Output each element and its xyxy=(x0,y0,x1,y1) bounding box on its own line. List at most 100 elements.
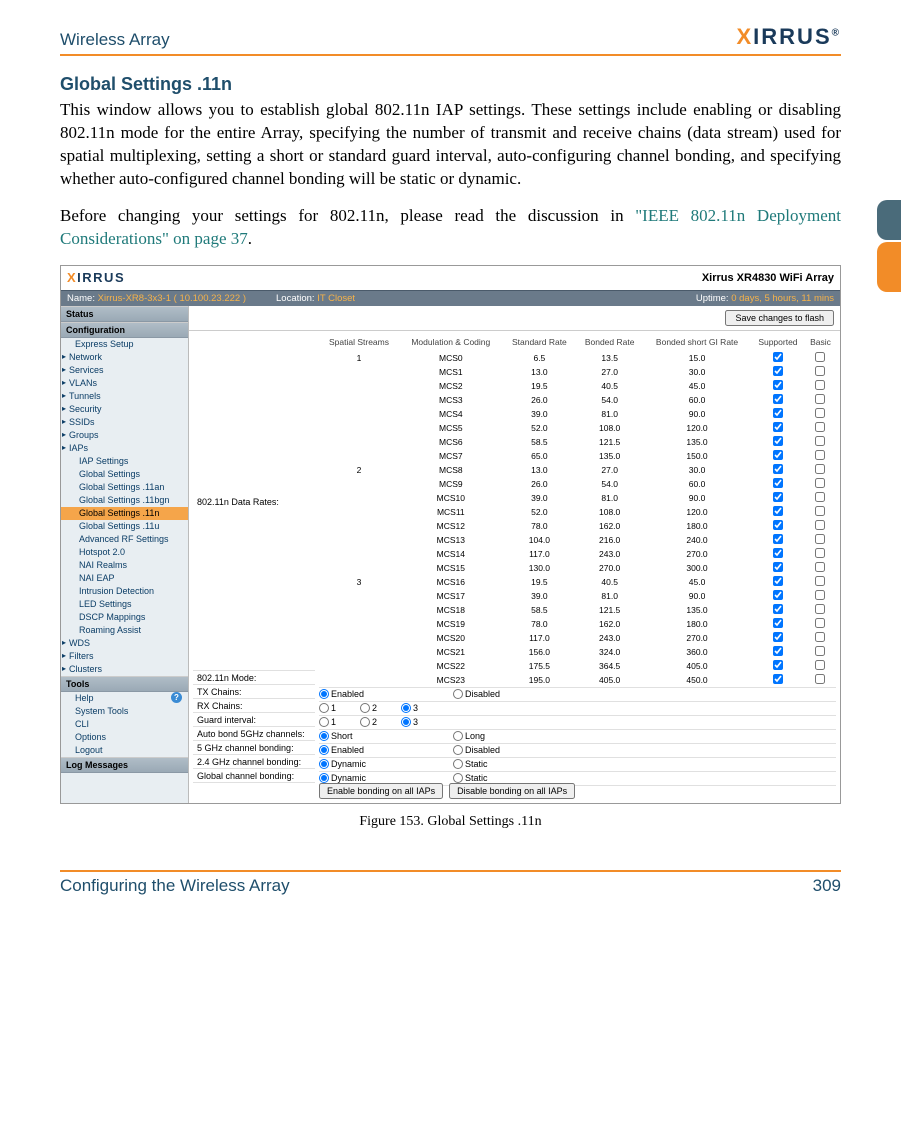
radio-option[interactable] xyxy=(453,731,463,741)
sidebar-item[interactable]: Help xyxy=(61,692,188,705)
supported-checkbox[interactable] xyxy=(773,590,783,600)
sidebar-item[interactable]: Clusters xyxy=(61,663,188,676)
basic-checkbox[interactable] xyxy=(815,646,825,656)
basic-checkbox[interactable] xyxy=(815,604,825,614)
basic-checkbox[interactable] xyxy=(815,450,825,460)
radio-option[interactable] xyxy=(453,689,463,699)
sb-tools-hdr[interactable]: Tools xyxy=(61,676,188,692)
supported-checkbox[interactable] xyxy=(773,450,783,460)
radio-option[interactable] xyxy=(319,759,329,769)
basic-checkbox[interactable] xyxy=(815,562,825,572)
basic-checkbox[interactable] xyxy=(815,380,825,390)
sidebar-item[interactable]: Global Settings .11bgn xyxy=(61,494,188,507)
basic-checkbox[interactable] xyxy=(815,674,825,684)
disable-bonding-button[interactable]: Disable bonding on all IAPs xyxy=(449,783,575,799)
supported-checkbox[interactable] xyxy=(773,506,783,516)
radio-option[interactable] xyxy=(319,731,329,741)
supported-checkbox[interactable] xyxy=(773,478,783,488)
basic-checkbox[interactable] xyxy=(815,464,825,474)
radio-option[interactable] xyxy=(319,745,329,755)
sidebar-item[interactable]: Services xyxy=(61,364,188,377)
basic-checkbox[interactable] xyxy=(815,366,825,376)
basic-checkbox[interactable] xyxy=(815,478,825,488)
basic-checkbox[interactable] xyxy=(815,590,825,600)
radio-option[interactable] xyxy=(401,717,411,727)
basic-checkbox[interactable] xyxy=(815,394,825,404)
basic-checkbox[interactable] xyxy=(815,506,825,516)
basic-checkbox[interactable] xyxy=(815,576,825,586)
radio-option[interactable] xyxy=(401,703,411,713)
basic-checkbox[interactable] xyxy=(815,618,825,628)
sidebar-item[interactable]: Advanced RF Settings xyxy=(61,533,188,546)
sidebar-item[interactable]: WDS xyxy=(61,637,188,650)
sidebar-item[interactable]: Express Setup xyxy=(61,338,188,351)
sb-status-hdr[interactable]: Status xyxy=(61,306,188,322)
sidebar-item[interactable]: Global Settings xyxy=(61,468,188,481)
sidebar-item[interactable]: IAPs xyxy=(61,442,188,455)
basic-checkbox[interactable] xyxy=(815,548,825,558)
basic-checkbox[interactable] xyxy=(815,660,825,670)
sidebar-item[interactable]: Filters xyxy=(61,650,188,663)
radio-option[interactable] xyxy=(319,703,329,713)
basic-checkbox[interactable] xyxy=(815,492,825,502)
sidebar-item[interactable]: Tunnels xyxy=(61,390,188,403)
sidebar-item[interactable]: Hotspot 2.0 xyxy=(61,546,188,559)
supported-checkbox[interactable] xyxy=(773,422,783,432)
sidebar-item[interactable]: Security xyxy=(61,403,188,416)
sidebar-item[interactable]: NAI Realms xyxy=(61,559,188,572)
radio-option[interactable] xyxy=(319,717,329,727)
sidebar-item[interactable]: Global Settings .11an xyxy=(61,481,188,494)
sidebar-item[interactable]: IAP Settings xyxy=(61,455,188,468)
supported-checkbox[interactable] xyxy=(773,366,783,376)
sidebar-item[interactable]: Intrusion Detection xyxy=(61,585,188,598)
sidebar-item[interactable]: System Tools xyxy=(61,705,188,718)
radio-option[interactable] xyxy=(360,703,370,713)
save-button[interactable]: Save changes to flash xyxy=(725,310,834,326)
radio-option[interactable] xyxy=(319,689,329,699)
supported-checkbox[interactable] xyxy=(773,352,783,362)
basic-checkbox[interactable] xyxy=(815,422,825,432)
sidebar-item[interactable]: DSCP Mappings xyxy=(61,611,188,624)
sidebar-item[interactable]: Global Settings .11n xyxy=(61,507,188,520)
supported-checkbox[interactable] xyxy=(773,464,783,474)
basic-checkbox[interactable] xyxy=(815,520,825,530)
sidebar-item[interactable]: NAI EAP xyxy=(61,572,188,585)
supported-checkbox[interactable] xyxy=(773,618,783,628)
enable-bonding-button[interactable]: Enable bonding on all IAPs xyxy=(319,783,443,799)
supported-checkbox[interactable] xyxy=(773,604,783,614)
sidebar-item[interactable]: CLI xyxy=(61,718,188,731)
supported-checkbox[interactable] xyxy=(773,646,783,656)
supported-checkbox[interactable] xyxy=(773,674,783,684)
sidebar-item[interactable]: Global Settings .11u xyxy=(61,520,188,533)
supported-checkbox[interactable] xyxy=(773,380,783,390)
sb-log-hdr[interactable]: Log Messages xyxy=(61,757,188,773)
basic-checkbox[interactable] xyxy=(815,408,825,418)
supported-checkbox[interactable] xyxy=(773,576,783,586)
supported-checkbox[interactable] xyxy=(773,436,783,446)
basic-checkbox[interactable] xyxy=(815,436,825,446)
sidebar-item[interactable]: VLANs xyxy=(61,377,188,390)
sidebar-item[interactable]: Groups xyxy=(61,429,188,442)
sidebar-item[interactable]: SSIDs xyxy=(61,416,188,429)
supported-checkbox[interactable] xyxy=(773,562,783,572)
sidebar-item[interactable]: LED Settings xyxy=(61,598,188,611)
supported-checkbox[interactable] xyxy=(773,408,783,418)
sidebar-item[interactable]: Roaming Assist xyxy=(61,624,188,637)
supported-checkbox[interactable] xyxy=(773,632,783,642)
basic-checkbox[interactable] xyxy=(815,632,825,642)
basic-checkbox[interactable] xyxy=(815,534,825,544)
radio-option[interactable] xyxy=(453,745,463,755)
sb-config-hdr[interactable]: Configuration xyxy=(61,322,188,338)
radio-option[interactable] xyxy=(453,759,463,769)
supported-checkbox[interactable] xyxy=(773,534,783,544)
sidebar-item[interactable]: Network xyxy=(61,351,188,364)
supported-checkbox[interactable] xyxy=(773,660,783,670)
sidebar-item[interactable]: Options xyxy=(61,731,188,744)
supported-checkbox[interactable] xyxy=(773,548,783,558)
supported-checkbox[interactable] xyxy=(773,520,783,530)
sidebar-item[interactable]: Logout xyxy=(61,744,188,757)
basic-checkbox[interactable] xyxy=(815,352,825,362)
supported-checkbox[interactable] xyxy=(773,394,783,404)
supported-checkbox[interactable] xyxy=(773,492,783,502)
radio-option[interactable] xyxy=(360,717,370,727)
